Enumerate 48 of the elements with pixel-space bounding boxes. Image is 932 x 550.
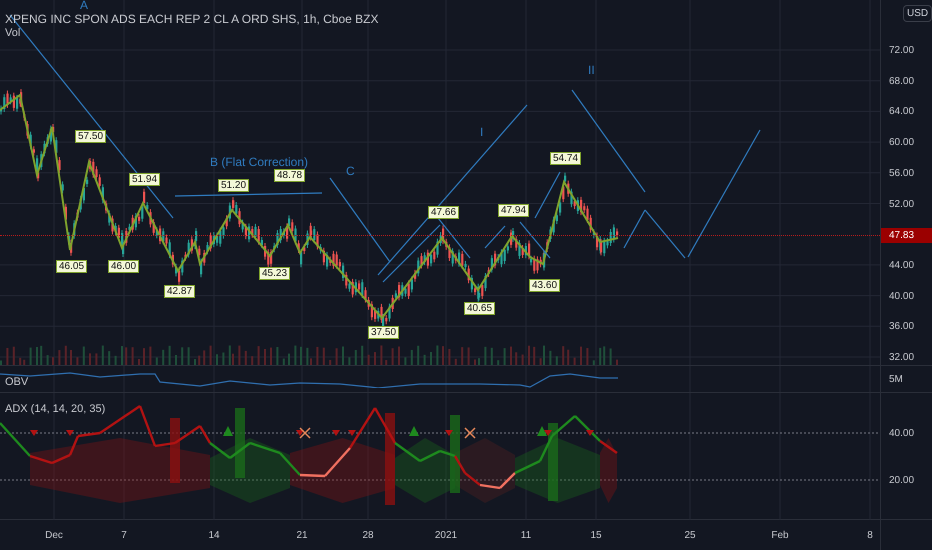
last-price-badge: 47.83 (881, 228, 932, 243)
pivot-high-label: 57.50 (75, 130, 106, 143)
pivot-low-label: 43.60 (529, 279, 560, 292)
price-tick-label: 40.00 (889, 290, 914, 304)
wave-label: A (80, 0, 88, 11)
price-tick-label: 64.00 (889, 105, 914, 120)
wave-label: B (Flat Correction) (210, 156, 308, 168)
time-axis-label: 28 (362, 529, 374, 543)
pivot-low-label: 46.05 (56, 260, 88, 273)
pivot-low-label: 37.50 (368, 326, 400, 339)
obv-label: OBV (5, 375, 28, 390)
currency-label: USD (903, 5, 932, 22)
wave-label: II (588, 64, 595, 76)
pivot-high-label: 51.94 (129, 173, 160, 186)
wave-label: I (480, 126, 484, 138)
volume-label: Vol (5, 27, 20, 40)
price-tick-label: 60.00 (889, 136, 914, 150)
time-axis-label: Dec (45, 529, 63, 543)
pivot-high-label: 47.94 (498, 204, 530, 217)
adx-tick-label: 40.00 (889, 427, 914, 441)
price-tick-label: 56.00 (889, 166, 914, 181)
obv-scale-label: 5M (889, 372, 903, 386)
price-tick-label: 44.00 (889, 258, 914, 273)
price-tick-label: 36.00 (889, 320, 914, 334)
price-tick-label: 72.00 (889, 44, 914, 58)
price-tick-label: 68.00 (889, 74, 914, 89)
time-axis-label: 11 (520, 529, 532, 543)
adx-tick-label: 20.00 (889, 474, 914, 488)
time-axis-label: 2021 (434, 529, 458, 543)
time-axis-label: 8 (867, 529, 873, 543)
pivot-high-label: 47.66 (428, 206, 460, 219)
pivot-low-label: 45.23 (259, 267, 290, 280)
pivot-high-label: 51.20 (218, 179, 250, 192)
adx-label: ADX (14, 14, 20, 35) (5, 402, 106, 417)
price-tick-label: 32.00 (889, 351, 914, 365)
pivot-high-label: 48.78 (274, 169, 306, 182)
pivot-low-label: 46.00 (108, 260, 140, 273)
time-axis-label: 15 (590, 529, 602, 543)
time-axis-label: 7 (121, 529, 127, 543)
time-axis-label: 14 (208, 529, 220, 543)
pivot-low-label: 42.87 (164, 285, 196, 298)
pivot-high-label: 54.74 (550, 152, 582, 165)
time-axis-label: Feb (771, 529, 789, 543)
price-tick-label: 52.00 (889, 198, 914, 212)
time-axis-label: 21 (296, 529, 308, 543)
pivot-low-label: 40.65 (464, 302, 496, 315)
time-axis-label: 25 (684, 529, 696, 543)
wave-label: C (346, 165, 355, 177)
